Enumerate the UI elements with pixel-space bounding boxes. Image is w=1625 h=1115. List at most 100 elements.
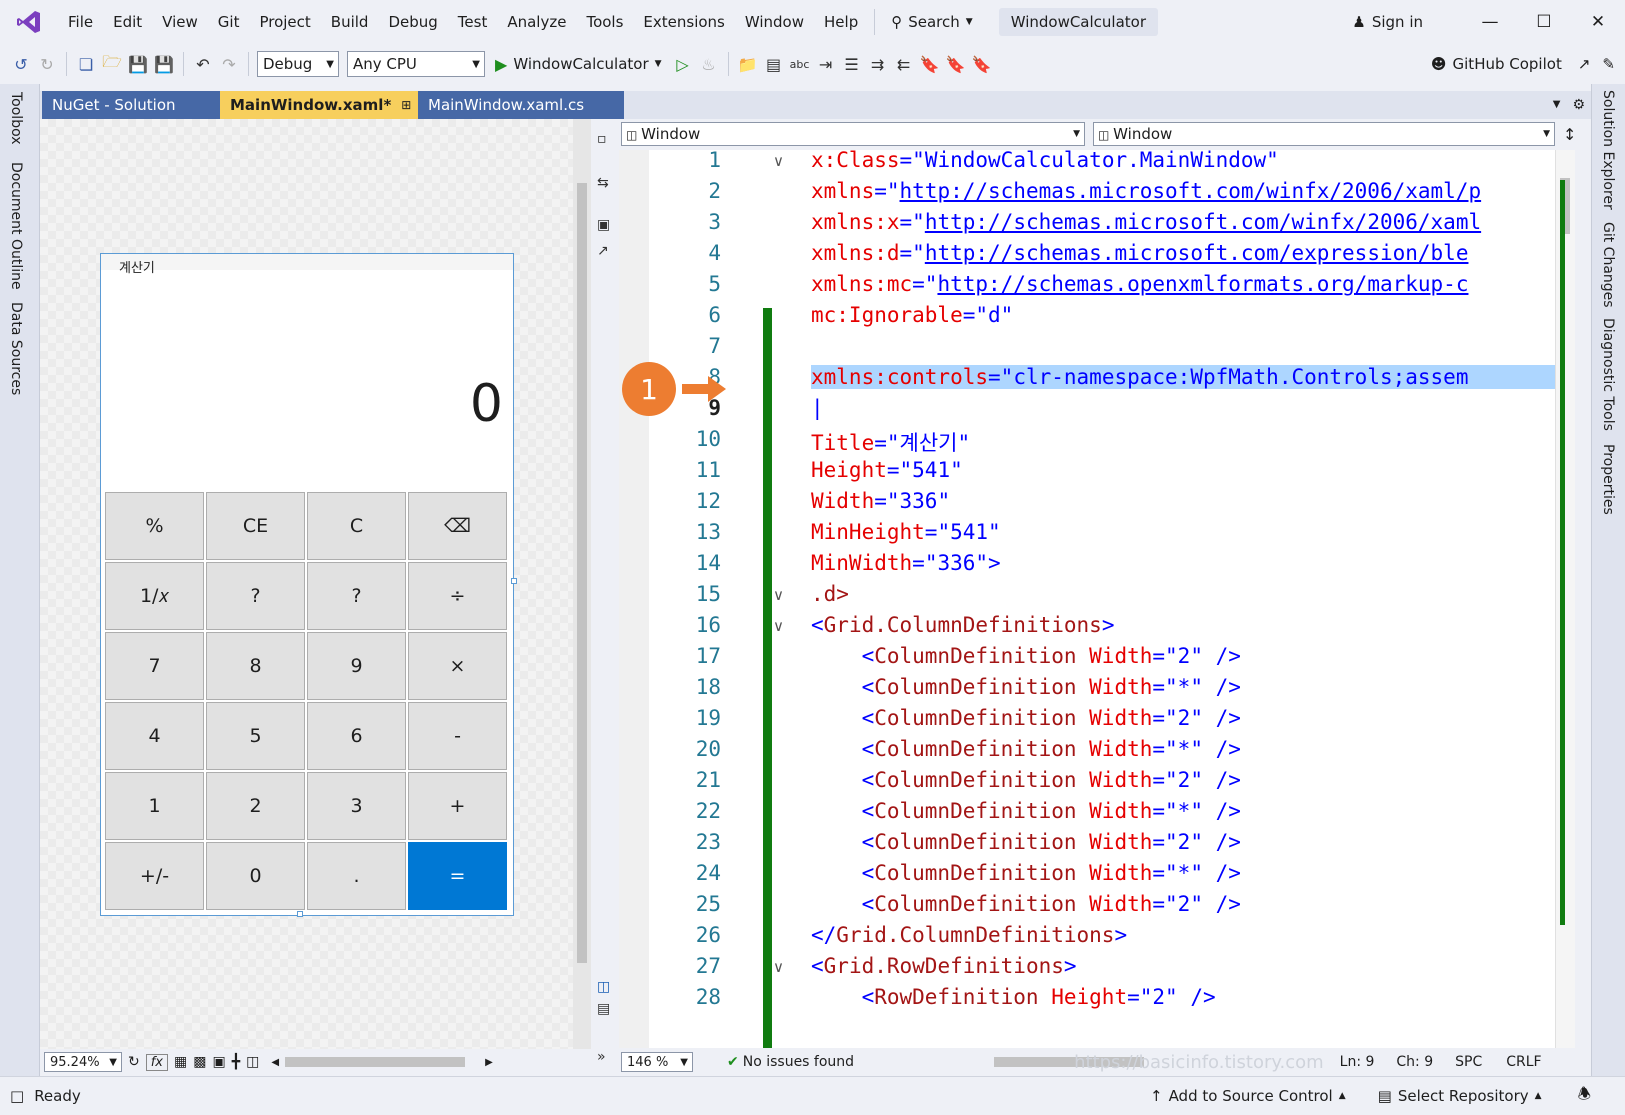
calc-key[interactable]: 1/𝑥 (105, 562, 204, 630)
scroll-left-icon[interactable]: ◀ (271, 1057, 279, 1068)
menu-build[interactable]: Build (321, 0, 379, 44)
code-line[interactable]: <Grid.RowDefinitions> (811, 954, 1077, 978)
menu-window[interactable]: Window (735, 0, 814, 44)
solution-explorer-icon[interactable]: 📁 (737, 53, 759, 75)
data-sources-tab[interactable]: Data Sources (8, 302, 24, 395)
designer-zoom-select[interactable]: 95.24% ▼ (44, 1052, 122, 1072)
close-button[interactable]: ✕ (1571, 12, 1625, 32)
outdent-icon[interactable]: ⇇ (893, 53, 915, 75)
calc-key[interactable]: 5 (206, 702, 305, 770)
member-scope-select[interactable]: ◫ Window ▼ (1093, 122, 1555, 146)
start-without-debugging-icon[interactable]: ▷ (672, 53, 694, 75)
calc-key[interactable]: 9 (307, 632, 406, 700)
github-copilot-button[interactable]: ☻ GitHub Copilot ↗ ✎ (1431, 55, 1615, 73)
resize-handle[interactable] (297, 911, 303, 917)
undo-icon[interactable]: ↶ (192, 53, 214, 75)
menu-debug[interactable]: Debug (378, 0, 447, 44)
calc-key[interactable]: 2 (206, 772, 305, 840)
code-line[interactable]: <ColumnDefinition Width="2" /> (811, 706, 1241, 730)
code-line[interactable]: <ColumnDefinition Width="*" /> (811, 799, 1241, 823)
whitespace-indicator[interactable]: SPC (1455, 1054, 1482, 1070)
tab-mainwindow-xaml-cs[interactable]: MainWindow.xaml.cs (418, 91, 624, 119)
code-line[interactable]: xmlns:x="http://schemas.microsoft.com/wi… (811, 210, 1481, 234)
xaml-code-editor[interactable]: 1 ∨ x:Class="WindowCalculator.MainWindow" 2… (649, 150, 1555, 1048)
code-line[interactable]: <ColumnDefinition Width="*" /> (811, 675, 1241, 699)
collapse-pane-icon[interactable]: ▣ (597, 217, 610, 233)
calc-key[interactable]: + (408, 772, 507, 840)
minimize-button[interactable]: — (1463, 12, 1517, 32)
menu-git[interactable]: Git (208, 0, 250, 44)
code-line[interactable]: | (811, 396, 824, 420)
calc-key[interactable]: × (408, 632, 507, 700)
properties-tab[interactable]: Properties (1600, 444, 1616, 515)
editor-zoom-select[interactable]: 146 % ▼ (621, 1052, 693, 1072)
calc-key[interactable]: - (408, 702, 507, 770)
popout-icon[interactable]: ↗ (597, 243, 609, 259)
back-icon[interactable]: ↺ (10, 53, 32, 75)
code-line[interactable]: <ColumnDefinition Width="2" /> (811, 644, 1241, 668)
calc-key[interactable]: +/- (105, 842, 204, 910)
code-line[interactable]: x:Class="WindowCalculator.MainWindow" (811, 150, 1279, 172)
scroll-right-icon[interactable]: ▶ (485, 1057, 493, 1068)
visual-studio-logo-icon[interactable] (14, 7, 44, 37)
code-line[interactable]: <ColumnDefinition Width="2" /> (811, 768, 1241, 792)
bookmark-prev-icon[interactable]: 🔖 (945, 53, 967, 75)
save-icon[interactable]: 💾 (127, 53, 149, 75)
calc-key[interactable]: 4 (105, 702, 204, 770)
step-icon[interactable]: ⇥ (815, 53, 837, 75)
issues-status[interactable]: No issues found (743, 1054, 854, 1070)
bookmark-icon[interactable]: 🔖 (919, 53, 941, 75)
solution-explorer-tab[interactable]: Solution Explorer (1600, 90, 1616, 210)
add-to-source-control-button[interactable]: ↑ Add to Source Control ▲ (1150, 1087, 1346, 1105)
refresh-icon[interactable]: ↻ (128, 1054, 140, 1070)
tab-mainwindow-xaml[interactable]: MainWindow.xaml* ⊞ ✕ (220, 91, 434, 119)
code-line[interactable]: xmlns:mc="http://schemas.openxmlformats.… (811, 272, 1468, 296)
open-folder-icon[interactable]: 🗁 (101, 52, 123, 75)
calc-key[interactable]: ? (206, 562, 305, 630)
sign-in-button[interactable]: ♟ Sign in (1352, 13, 1423, 31)
tab-nuget-solution[interactable]: NuGet - Solution (42, 91, 220, 119)
toolbox-tab[interactable]: Toolbox (8, 92, 24, 145)
code-line[interactable]: xmlns:d="http://schemas.microsoft.com/ex… (811, 241, 1468, 265)
code-line[interactable]: <ColumnDefinition Width="2" /> (811, 830, 1241, 854)
calc-key[interactable]: ⌫ (408, 492, 507, 560)
checker-icon[interactable]: ▣ (212, 1054, 225, 1070)
configuration-select[interactable]: Debug ▼ (257, 51, 339, 77)
save-all-icon[interactable]: 💾 (153, 53, 175, 75)
pin-icon[interactable]: ⊞ (401, 98, 411, 112)
code-line[interactable]: xmlns:controls="clr-namespace:WpfMath.Co… (811, 365, 1555, 389)
code-line[interactable]: <ColumnDefinition Width="*" /> (811, 861, 1241, 885)
line-indicator[interactable]: Ln: 9 (1340, 1054, 1375, 1070)
calc-key[interactable]: ? (307, 562, 406, 630)
effects-toggle[interactable]: fx (145, 1053, 169, 1071)
calc-key[interactable]: . (307, 842, 406, 910)
fold-chevron-icon[interactable]: ∨ (773, 586, 784, 604)
swap-panes-icon[interactable]: ⇆ (597, 175, 609, 191)
diagnostic-tools-tab[interactable]: Diagnostic Tools (1600, 318, 1616, 431)
code-line[interactable]: <ColumnDefinition Width="*" /> (811, 737, 1241, 761)
snap-lines-icon[interactable]: ╋ (232, 1054, 240, 1070)
expand-pane-icon[interactable]: » (597, 1049, 606, 1065)
share-icon[interactable]: ↗ (1578, 55, 1591, 73)
format-icon[interactable]: ☰ (841, 53, 863, 75)
snap-grid-icon[interactable]: ▩ (193, 1054, 206, 1070)
calc-key[interactable]: C (307, 492, 406, 560)
gear-icon[interactable]: ⚙ (1572, 91, 1585, 119)
platform-select[interactable]: Any CPU ▼ (347, 51, 485, 77)
code-line[interactable]: xmlns="http://schemas.microsoft.com/winf… (811, 179, 1481, 203)
resize-handle[interactable] (511, 578, 517, 584)
menu-file[interactable]: File (58, 0, 103, 44)
git-changes-tab[interactable]: Git Changes (1600, 222, 1616, 308)
code-line[interactable]: Height="541" (811, 458, 963, 482)
scrollbar-thumb[interactable] (577, 183, 587, 963)
menu-analyze[interactable]: Analyze (497, 0, 576, 44)
vertical-split-icon[interactable]: ◫ (597, 979, 610, 995)
forward-icon[interactable]: ↻ (36, 53, 58, 75)
menu-extensions[interactable]: Extensions (633, 0, 734, 44)
code-line[interactable]: Title="계산기" (811, 427, 970, 457)
menu-tools[interactable]: Tools (576, 0, 633, 44)
designer-horizontal-scrollbar[interactable] (285, 1057, 466, 1067)
code-line[interactable]: .d> (811, 582, 849, 606)
menu-view[interactable]: View (152, 0, 208, 44)
hot-reload-icon[interactable]: ♨ (698, 53, 720, 75)
